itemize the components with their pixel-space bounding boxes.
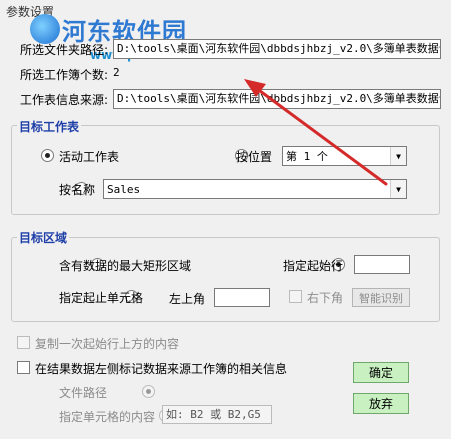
annotation-arrow-icon: [244, 79, 388, 186]
